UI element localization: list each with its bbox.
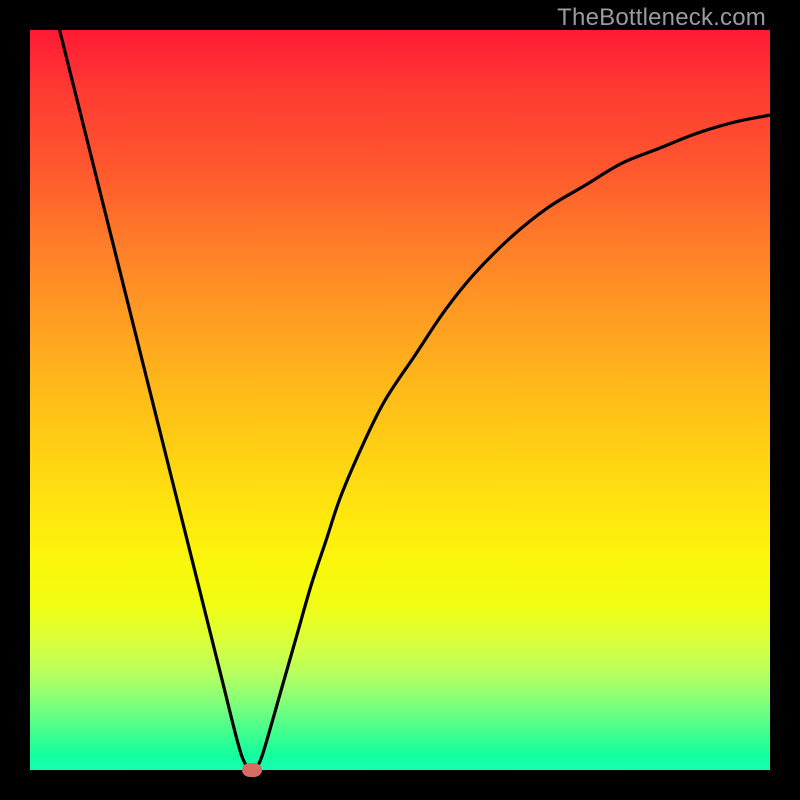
bottleneck-curve xyxy=(60,30,770,770)
watermark-text: TheBottleneck.com xyxy=(557,4,766,32)
curve-svg xyxy=(30,30,770,770)
chart-frame: TheBottleneck.com xyxy=(0,0,800,800)
optimum-marker xyxy=(242,763,262,777)
plot-area xyxy=(30,30,770,770)
